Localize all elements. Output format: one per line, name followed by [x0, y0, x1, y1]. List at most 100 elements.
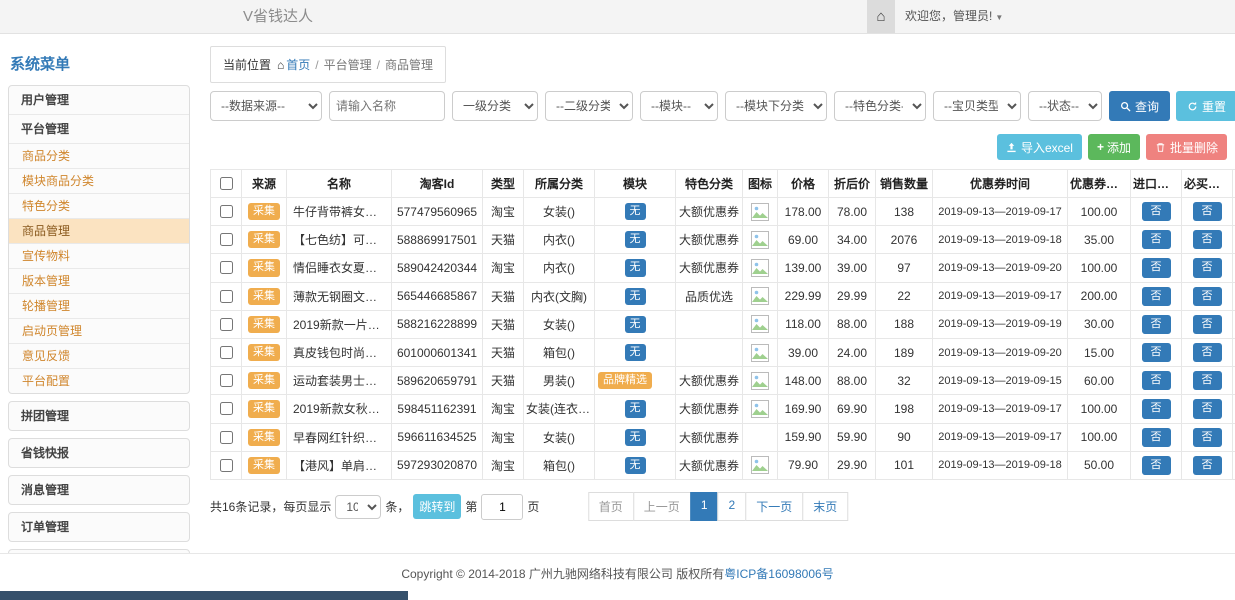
must-buy-toggle[interactable]: 否: [1193, 287, 1222, 306]
must-buy-toggle[interactable]: 否: [1193, 399, 1222, 418]
import-select-toggle[interactable]: 否: [1142, 258, 1171, 277]
sales-count: 32: [876, 367, 933, 395]
icp-link[interactable]: 粤ICP备16098006号: [724, 567, 833, 581]
row-checkbox[interactable]: [220, 205, 233, 218]
import-select-toggle[interactable]: 否: [1142, 456, 1171, 475]
product-thumbnail-icon[interactable]: [751, 231, 769, 249]
taoke-id: 577479560965: [392, 198, 483, 226]
must-buy-toggle[interactable]: 否: [1193, 315, 1222, 334]
import-select-toggle[interactable]: 否: [1142, 399, 1171, 418]
product-thumbnail-icon[interactable]: [751, 456, 769, 474]
must-buy-toggle[interactable]: 否: [1193, 371, 1222, 390]
source-badge: 采集: [248, 288, 280, 305]
sidebar-item-platform-config[interactable]: 平台配置: [9, 369, 189, 393]
sidebar-item-module-product-category[interactable]: 模块商品分类: [9, 169, 189, 194]
page-button-4[interactable]: 下一页: [745, 492, 803, 521]
breadcrumb-item-product: 商品管理: [385, 58, 433, 72]
product-thumbnail-icon[interactable]: [751, 203, 769, 221]
jump-button[interactable]: 跳转到: [413, 494, 461, 519]
row-checkbox[interactable]: [220, 431, 233, 444]
column-header-9: 折后价: [829, 170, 876, 198]
sales-count: 189: [876, 338, 933, 366]
sidebar-item-feedback[interactable]: 意见反馈: [9, 344, 189, 369]
import-select-toggle[interactable]: 否: [1142, 230, 1171, 249]
page-button-5[interactable]: 末页: [802, 492, 848, 521]
select-all-checkbox[interactable]: [220, 177, 233, 190]
category-level1-select[interactable]: 一级分类: [452, 91, 538, 121]
status-select[interactable]: --状态--: [1028, 91, 1102, 121]
home-button[interactable]: ⌂: [867, 0, 895, 33]
product-name: 2019新款一片式无...: [287, 310, 392, 338]
row-checkbox[interactable]: [220, 459, 233, 472]
data-source-select[interactable]: --数据来源--: [210, 91, 322, 121]
must-buy-toggle[interactable]: 否: [1193, 230, 1222, 249]
import-select-toggle[interactable]: 否: [1142, 428, 1171, 447]
breadcrumb-home-link[interactable]: 首页: [286, 58, 310, 72]
product-thumbnail-icon[interactable]: [751, 259, 769, 277]
import-select-toggle[interactable]: 否: [1142, 202, 1171, 221]
must-buy-toggle[interactable]: 否: [1193, 456, 1222, 475]
product-category: 女装(): [524, 198, 595, 226]
import-select-toggle[interactable]: 否: [1142, 371, 1171, 390]
sidebar-item-order-management[interactable]: 订单管理: [9, 513, 189, 541]
sidebar-item-saving-news[interactable]: 省钱快报: [9, 439, 189, 467]
page-size-select[interactable]: 10: [335, 495, 381, 519]
coupon-amount: 200.00: [1068, 282, 1131, 310]
row-checkbox[interactable]: [220, 233, 233, 246]
page-jump-input[interactable]: [481, 494, 523, 520]
import-excel-button[interactable]: 导入excel: [997, 134, 1082, 160]
must-buy-toggle[interactable]: 否: [1193, 258, 1222, 277]
product-thumbnail-icon[interactable]: [751, 287, 769, 305]
name-input[interactable]: [329, 91, 445, 121]
import-select-toggle[interactable]: 否: [1142, 343, 1171, 362]
featured-category-select[interactable]: --特色分类--: [834, 91, 926, 121]
must-buy-toggle[interactable]: 否: [1193, 343, 1222, 362]
module-subcategory-select[interactable]: --模块下分类--: [725, 91, 827, 121]
item-type-select[interactable]: --宝贝类型--: [933, 91, 1021, 121]
user-menu[interactable]: 欢迎您，管理员!▼: [905, 0, 1003, 34]
must-buy-toggle[interactable]: 否: [1193, 428, 1222, 447]
module-badge: 无: [625, 344, 646, 361]
product-thumbnail-icon[interactable]: [751, 344, 769, 362]
sidebar-item-user-management[interactable]: 用户管理: [9, 86, 189, 115]
category-level2-select[interactable]: --二级分类--: [545, 91, 633, 121]
search-icon: [1120, 101, 1131, 112]
sidebar-item-message-management[interactable]: 消息管理: [9, 476, 189, 504]
product-thumbnail-icon[interactable]: [751, 372, 769, 390]
row-checkbox[interactable]: [220, 374, 233, 387]
column-header-14: 必买清单: [1182, 170, 1233, 198]
sidebar-item-group-buy-management[interactable]: 拼团管理: [9, 402, 189, 430]
sidebar-item-platform-management[interactable]: 平台管理: [9, 115, 189, 144]
sidebar-item-splash-page-management[interactable]: 启动页管理: [9, 319, 189, 344]
sidebar-item-carousel-management[interactable]: 轮播管理: [9, 294, 189, 319]
sidebar-item-featured-category[interactable]: 特色分类: [9, 194, 189, 219]
page-button-2[interactable]: 1: [690, 492, 719, 521]
row-checkbox[interactable]: [220, 290, 233, 303]
search-button[interactable]: 查询: [1109, 91, 1170, 121]
must-buy-toggle[interactable]: 否: [1193, 202, 1222, 221]
must-buy-toggle-cell: 否: [1182, 451, 1233, 479]
product-name: 【港风】单肩斜挎链条...: [287, 451, 392, 479]
taoke-id: 588869917501: [392, 226, 483, 254]
product-thumbnail-icon[interactable]: [751, 400, 769, 418]
page-button-3[interactable]: 2: [718, 492, 747, 521]
horizontal-scrollbar[interactable]: [0, 591, 408, 600]
row-checkbox[interactable]: [220, 402, 233, 415]
product-thumbnail-icon[interactable]: [751, 315, 769, 333]
sidebar-item-promo-materials[interactable]: 宣传物料: [9, 244, 189, 269]
row-checkbox[interactable]: [220, 261, 233, 274]
products-table: 来源名称淘客Id类型所属分类模块特色分类图标价格折后价销售数量优惠券时间优惠券金…: [210, 169, 1235, 480]
sidebar-item-version-management[interactable]: 版本管理: [9, 269, 189, 294]
module-select[interactable]: --模块--: [640, 91, 718, 121]
price: 229.99: [778, 282, 829, 310]
add-button[interactable]: + 添加: [1088, 134, 1140, 160]
row-checkbox[interactable]: [220, 346, 233, 359]
row-checkbox[interactable]: [220, 318, 233, 331]
sidebar-item-product-category[interactable]: 商品分类: [9, 144, 189, 169]
sidebar-item-product-management[interactable]: 商品管理: [9, 219, 189, 244]
import-select-toggle[interactable]: 否: [1142, 287, 1171, 306]
import-select-toggle[interactable]: 否: [1142, 315, 1171, 334]
product-name: 【七色纺】可爱纯棉家...: [287, 226, 392, 254]
reset-button[interactable]: 重置: [1176, 91, 1235, 121]
batch-delete-button[interactable]: 批量删除: [1146, 134, 1227, 160]
